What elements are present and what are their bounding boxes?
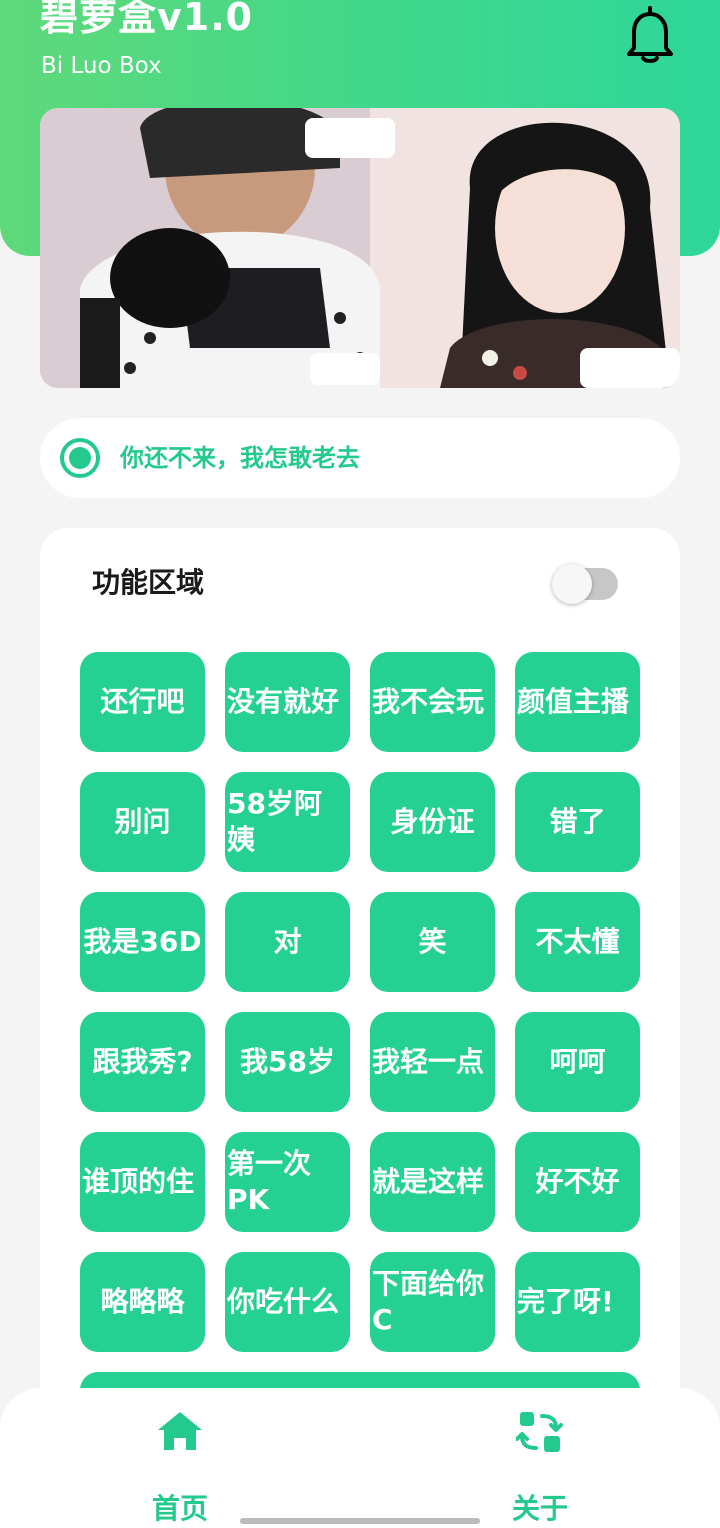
swap-icon — [515, 1408, 564, 1456]
phrase-button[interactable]: 还行吧 — [80, 652, 205, 752]
nav-home[interactable]: 首页 — [120, 1408, 240, 1525]
app-subtitle: Bi Luo Box — [41, 53, 162, 79]
phrase-button[interactable]: 颜值主播 — [515, 652, 640, 752]
nav-about-label: 关于 — [511, 1492, 568, 1525]
notice-bar[interactable]: 你还不来，我怎敢老去 — [40, 418, 680, 498]
toggle-knob — [552, 564, 592, 604]
home-indicator — [240, 1518, 480, 1524]
nav-about[interactable]: 关于 — [480, 1408, 600, 1525]
home-icon — [156, 1408, 204, 1456]
bell-icon[interactable] — [624, 4, 676, 64]
phrase-button[interactable]: 对 — [225, 892, 350, 992]
phrase-button[interactable]: 我轻一点 — [370, 1012, 495, 1112]
phrase-button[interactable]: 没有就好 — [225, 652, 350, 752]
phrase-button[interactable]: 笑 — [370, 892, 495, 992]
phrase-button[interactable]: 完了呀! — [515, 1252, 640, 1352]
phrase-button[interactable]: 我是36D — [80, 892, 205, 992]
phrase-button[interactable]: 好不好 — [515, 1132, 640, 1232]
nav-home-label: 首页 — [151, 1492, 208, 1525]
phrase-button[interactable]: 别问 — [80, 772, 205, 872]
banner-image[interactable] — [40, 108, 680, 388]
phrase-button[interactable]: 下面给你C — [370, 1252, 495, 1352]
app-title: 碧萝盒v1.0 — [40, 0, 254, 39]
phrase-button[interactable]: 我不会玩 — [370, 652, 495, 752]
phrase-button[interactable]: 你吃什么 — [225, 1252, 350, 1352]
phrase-button[interactable]: 第一次PK — [225, 1132, 350, 1232]
phrase-button[interactable]: 我58岁 — [225, 1012, 350, 1112]
function-toggle[interactable] — [552, 564, 618, 604]
notice-text: 你还不来，我怎敢老去 — [120, 444, 360, 472]
phrase-button[interactable]: 略略略 — [80, 1252, 205, 1352]
phrase-button[interactable]: 呵呵 — [515, 1012, 640, 1112]
phrase-button[interactable]: 谁顶的住 — [80, 1132, 205, 1232]
phrase-button[interactable]: 跟我秀? — [80, 1012, 205, 1112]
phrase-button[interactable]: 就是这样 — [370, 1132, 495, 1232]
phrase-button[interactable]: 不太懂 — [515, 892, 640, 992]
radio-icon — [60, 438, 100, 478]
panel-title: 功能区域 — [92, 566, 205, 599]
phrase-button[interactable]: 错了 — [515, 772, 640, 872]
phrase-button[interactable]: 身份证 — [370, 772, 495, 872]
bottom-nav: 首页 关于 — [0, 1388, 720, 1528]
phrase-button[interactable]: 58岁阿姨 — [225, 772, 350, 872]
